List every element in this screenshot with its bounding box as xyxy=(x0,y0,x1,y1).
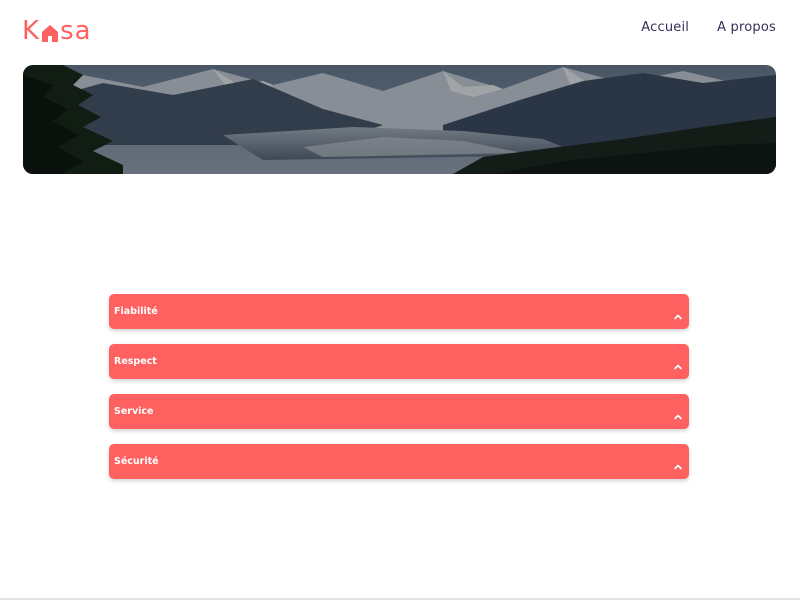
house-icon xyxy=(41,22,59,42)
chevron-up-icon[interactable] xyxy=(673,457,683,469)
accordion-item-fiabilite[interactable]: Fiabilité xyxy=(109,294,689,329)
about-banner-image xyxy=(23,65,776,174)
nav-link-a-propos[interactable]: A propos xyxy=(717,20,776,35)
page: K sa Accueil A propos Fiabilité Respect … xyxy=(0,0,800,600)
accordion-item-respect[interactable]: Respect xyxy=(109,344,689,379)
logo-letters-sa: sa xyxy=(60,16,92,46)
accordion-title: Respect xyxy=(114,356,157,367)
accordion-item-securite[interactable]: Sécurité xyxy=(109,444,689,479)
kasa-logo[interactable]: K sa xyxy=(22,12,92,44)
chevron-up-icon[interactable] xyxy=(673,357,683,369)
accordion-title: Service xyxy=(114,406,154,417)
chevron-up-icon[interactable] xyxy=(673,307,683,319)
values-accordion: Fiabilité Respect Service Sécurité xyxy=(109,294,689,494)
nav-link-accueil[interactable]: Accueil xyxy=(641,20,689,35)
logo-letter-k: K xyxy=(22,16,41,46)
accordion-title: Sécurité xyxy=(114,456,159,467)
main-nav: Accueil A propos xyxy=(641,20,776,35)
chevron-up-icon[interactable] xyxy=(673,407,683,419)
accordion-title: Fiabilité xyxy=(114,306,158,317)
accordion-item-service[interactable]: Service xyxy=(109,394,689,429)
site-header: K sa Accueil A propos xyxy=(0,0,800,60)
